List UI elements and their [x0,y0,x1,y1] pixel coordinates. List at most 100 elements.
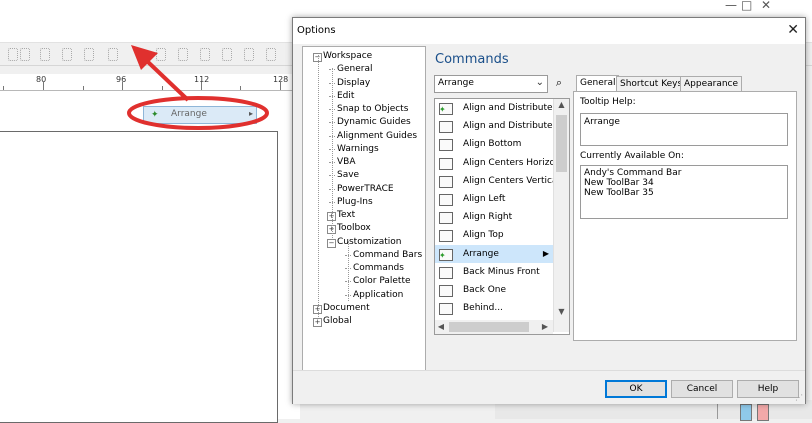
tree-item[interactable]: Commands [345,262,404,275]
tree-item[interactable]: PowerTRACE [329,183,394,196]
tree-item[interactable]: General [329,63,373,76]
tree-item-label: Save [337,170,360,181]
tree-item[interactable]: Display [329,77,371,90]
tree-item[interactable]: Color Palette [345,275,411,288]
tree-item[interactable]: Command Bars [345,249,423,262]
tree-item-label: PowerTRACE [337,183,394,194]
tree-item-label: Global [323,316,352,326]
tree-item-label: Commands [353,263,404,273]
resize-grip-icon[interactable]: ⋰ [795,393,803,402]
tree-item[interactable]: − Workspace [313,50,372,63]
tooltip-help-field[interactable]: Arrange [580,113,788,146]
tree-item[interactable]: − Customization [327,236,401,249]
command-label: Align Centers Vertical [463,175,553,186]
horizontal-scrollbar[interactable]: ◀ ▶ [435,320,553,334]
tree-item-label: Alignment Guides [337,130,418,141]
help-button[interactable]: Help [737,380,799,398]
tree-item-label: Dynamic Guides [337,117,411,128]
tab-strip: General Shortcut Keys Appearance [576,75,786,93]
tree-item[interactable]: Application [345,289,403,302]
command-icon [439,285,453,297]
tab-shortcut-keys[interactable]: Shortcut Keys [616,76,687,92]
dialog-button-bar: OK Cancel Help ⋰ [293,370,805,404]
command-item[interactable]: Align Top [435,226,553,244]
tree-item-label: Text [337,210,356,220]
scroll-thumb[interactable] [449,322,529,332]
minimize-button[interactable]: — [725,0,737,12]
star-icon: ✦ [439,250,446,260]
maximize-button[interactable]: □ [741,0,752,12]
star-icon: ✦ [439,105,446,114]
tree-item[interactable]: Snap to Objects [329,103,409,116]
tree-item[interactable]: + Document [313,302,370,315]
tree-item[interactable]: Plug-Ins [329,196,373,209]
command-icon: ✦ [439,103,453,115]
command-category-dropdown[interactable]: Arrange ⌄ [434,75,548,93]
tree-item[interactable]: VBA [329,156,356,169]
command-icon: ✦ [439,248,453,261]
tree-item-label: Command Bars [353,249,423,260]
command-icon [439,175,453,188]
scroll-left-icon[interactable]: ◀ [435,322,447,331]
dialog-titlebar[interactable]: Options ✕ [293,18,805,44]
command-icon [439,194,453,206]
command-item[interactable]: Align Right [435,208,553,226]
tree-item-label: Toolbox [337,223,371,234]
command-item[interactable]: Align Bottom [435,135,553,153]
command-item[interactable]: Back One [435,281,553,299]
tree-item[interactable]: Alignment Guides [329,130,418,143]
chevron-down-icon: ⌄ [535,77,544,88]
command-icon [439,157,453,170]
tab-appearance[interactable]: Appearance [680,76,743,92]
options-tree[interactable]: − Workspace General Display Edit Snap to Obje… [302,46,426,378]
command-item[interactable]: Behind... [435,299,553,317]
close-icon[interactable]: ✕ [787,22,799,38]
command-item[interactable]: Back Minus Front [435,263,553,281]
tree-item-label: Display [337,77,371,88]
command-label: Align Right [463,212,513,223]
tree-item-label: General [337,64,373,75]
collapse-icon[interactable]: − [327,238,336,248]
available-on-list[interactable]: Andy's Command Bar New ToolBar 34 New To… [580,165,788,219]
tree-item-label: Plug-Ins [337,196,373,207]
find-command-button[interactable]: ⌕ [551,75,567,91]
tree-item[interactable]: + Toolbox [327,222,371,235]
command-icon [439,266,453,279]
ok-button[interactable]: OK [605,380,667,398]
command-item[interactable]: Align Centers Vertical [435,172,553,190]
close-window-button[interactable]: ✕ [761,0,771,12]
command-icon [439,121,453,134]
expand-icon[interactable]: + [313,318,322,327]
tree-item-label: Snap to Objects [337,104,409,114]
scroll-up-icon[interactable]: ▲ [554,100,569,109]
command-list[interactable]: ✦ Align and Distribute Align and Distribut… [434,98,570,335]
scroll-thumb[interactable] [556,115,567,172]
window-controls: — □ ✕ [725,0,812,14]
tree-item[interactable]: + Text [327,209,356,222]
tree-item[interactable]: Edit [329,90,354,103]
page-border [0,131,278,423]
divider [717,402,718,419]
vertical-scrollbar[interactable]: ▲ ▼ [553,99,569,332]
tree-item[interactable]: + Global [313,315,352,328]
command-item[interactable]: ✦ Align and Distribute [435,99,553,117]
cancel-button[interactable]: Cancel [671,380,733,398]
command-item[interactable]: Align Centers Horizont [435,154,553,172]
tab-panel-general: Tooltip Help: Arrange Currently Availabl… [573,91,797,341]
page-title: Commands [435,52,509,67]
tree-item[interactable]: Save [329,169,360,182]
command-item[interactable]: Align Left [435,190,553,208]
command-label: Arrange [463,248,499,259]
tree-item-label: Document [323,302,370,313]
tree-item[interactable]: Dynamic Guides [329,116,411,129]
scroll-right-icon[interactable]: ▶ [539,322,551,331]
list-item: New ToolBar 35 [584,188,654,198]
color-swatch[interactable] [740,404,752,421]
scroll-down-icon[interactable]: ▼ [554,307,569,316]
tree-item[interactable]: Warnings [329,143,379,156]
dropdown-value: Arrange [438,78,474,88]
command-item[interactable]: Align and Distribute ... [435,117,553,135]
color-swatch[interactable] [757,404,769,421]
tree-item-label: Color Palette [353,276,411,287]
command-item[interactable]: ✦ Arrange ▶ [435,244,553,263]
